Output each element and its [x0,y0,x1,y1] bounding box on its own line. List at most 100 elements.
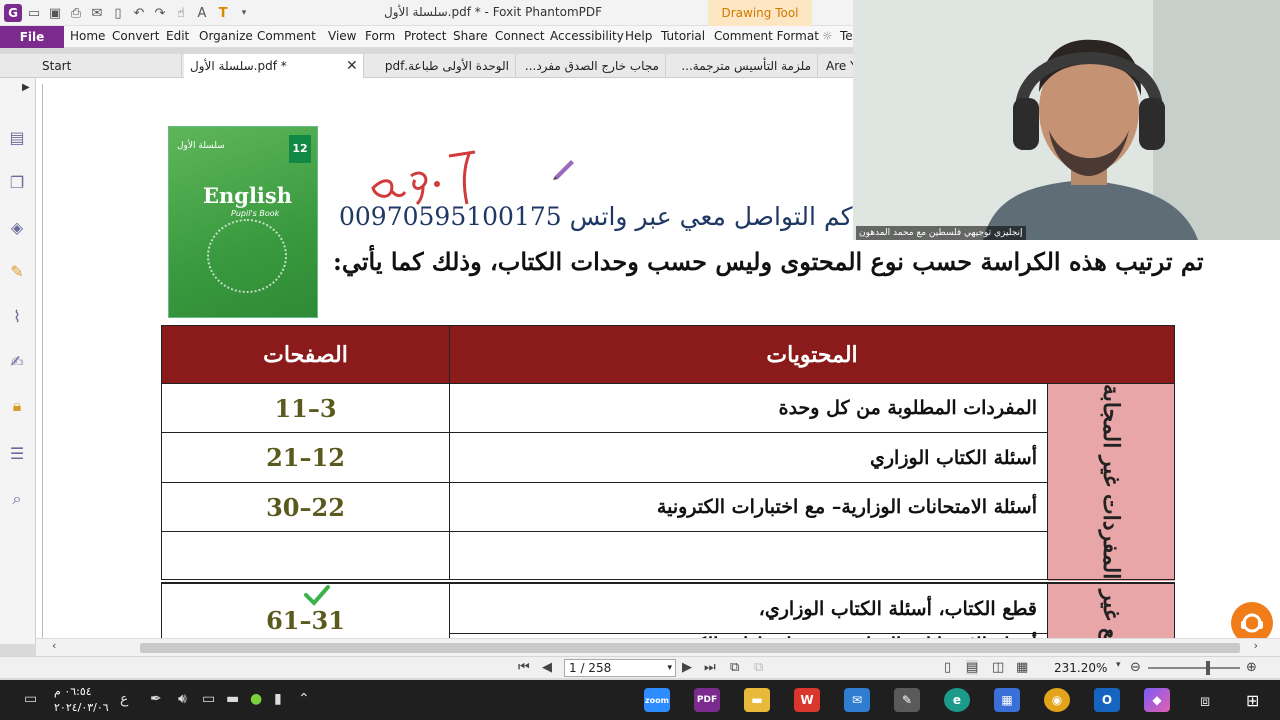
zoom-dropdown-icon[interactable]: ▾ [1116,660,1121,670]
contact-line: كم التواصل معي عبر واتس 00970595100175 [339,202,853,231]
hand-tool-icon[interactable]: ☝ [172,4,190,22]
table-row: 30–22 أسئلة الامتحانات الوزارية– مع اختب… [161,481,1175,533]
print-icon[interactable]: ⎙ [67,4,85,22]
table-row: 11–3 المفردات المطلوبة من كل وحدة المفرد… [161,382,1175,582]
task-view-icon[interactable]: ⧈ [1200,691,1210,711]
file-menu-button[interactable]: File [0,26,64,48]
customize-dropdown-icon[interactable]: ▾ [235,4,253,22]
save-icon[interactable]: ▣ [46,4,64,22]
network-icon[interactable]: ▭ [202,691,215,707]
copilot-icon[interactable]: ◆ [1144,688,1170,712]
previous-page-icon[interactable]: ◀ [542,660,552,675]
continuous-view-icon[interactable]: ▤ [966,660,979,675]
tab-unit1-print[interactable]: الوحدة الأولى طباعة.pdf [366,54,516,78]
mail-app-icon[interactable]: ✉ [844,688,870,712]
text-color-icon[interactable]: A [193,4,211,22]
zoom-out-icon[interactable]: ⊖ [1130,660,1141,675]
file-explorer-icon[interactable]: ▬ [744,688,770,712]
content-icon[interactable]: ☰ [6,442,28,464]
signature-icon[interactable]: ✍ [6,350,28,372]
first-page-icon[interactable]: ⏮ [518,660,530,675]
zoom-app-icon[interactable]: zoom [644,688,670,712]
expand-panel-arrow-icon[interactable]: ▶ [22,82,30,93]
paint-app-icon[interactable]: ✎ [894,688,920,712]
edge-browser-icon[interactable]: e [944,688,970,712]
close-tab-icon[interactable]: ✕ [346,54,358,78]
page-dropdown-icon[interactable]: ▾ [667,660,672,676]
clock-time: ٠٦:٥٤ م [54,685,92,698]
redo-icon[interactable]: ↷ [151,4,169,22]
header-pages: الصفحات [161,325,450,384]
scrollbar-thumb[interactable] [140,643,1240,653]
pen-menu-icon[interactable]: ✒ [150,691,162,707]
microphone-icon[interactable]: ▮ [274,691,282,707]
tell-me-bulb-icon[interactable]: ☼ [822,29,833,43]
next-page-icon[interactable]: ▶ [682,660,692,675]
tab-start[interactable]: Start [36,54,182,78]
show-hidden-icons[interactable]: ⌃ [298,691,310,707]
email-icon[interactable]: ✉ [88,4,106,22]
next-view-icon[interactable]: ⧉ [754,660,763,675]
menu-share[interactable]: Share [453,29,488,43]
zoom-slider-handle[interactable] [1206,661,1210,675]
open-folder-icon[interactable]: ▭ [25,4,43,22]
page-thumbnails-icon[interactable]: ❐ [6,171,28,193]
windows-start-icon[interactable]: ⊞ [1246,691,1259,710]
menu-view[interactable]: View [328,29,356,43]
taskbar-clock[interactable]: ٠٦:٥٤ م ٢٠٢٤/٠٣/٠٦ [54,684,109,716]
zoom-slider[interactable] [1148,667,1240,669]
typewriter-icon[interactable]: T [214,4,232,22]
comments-icon[interactable]: ✎ [6,260,28,282]
row-pages: 30–22 [161,481,450,533]
chrome-browser-icon[interactable]: ◉ [1044,688,1070,712]
menu-accessibility[interactable]: Accessibility [550,29,624,43]
menu-tell-me[interactable]: Te [840,29,853,43]
menu-tutorial[interactable]: Tutorial [661,29,705,43]
table-row-empty [161,531,1175,582]
scroll-left-arrow-icon[interactable]: ‹ [52,639,56,652]
menu-comment[interactable]: Comment [257,29,316,43]
tab-current-document[interactable]: سلسلة الأول.pdf * [184,54,364,78]
wps-office-icon[interactable]: W [794,688,820,712]
bookmarks-icon[interactable]: ▤ [6,126,28,148]
last-page-icon[interactable]: ⏭ [704,660,716,675]
app-tray-icon[interactable]: ● [250,691,262,707]
battery-icon[interactable]: ▬ [226,691,239,707]
menu-organize[interactable]: Organize [199,29,253,43]
security-lock-icon[interactable]: 🔒︎ [6,395,28,417]
menu-form[interactable]: Form [365,29,395,43]
menu-connect[interactable]: Connect [495,29,545,43]
continuous-facing-view-icon[interactable]: ▦ [1016,660,1028,675]
single-page-view-icon[interactable]: ▯ [944,660,951,675]
new-document-icon[interactable]: ▯ [109,4,127,22]
search-icon[interactable]: ⌕ [6,488,28,510]
menu-comment-format[interactable]: Comment Format [714,29,819,43]
cover-subtitle: Pupil's Book [231,209,280,218]
menu-help[interactable]: Help [625,29,652,43]
scroll-right-arrow-icon[interactable]: › [1254,639,1258,652]
input-language[interactable]: ع [120,691,128,707]
previous-view-icon[interactable]: ⧉ [730,660,739,675]
tab-answered-doc[interactable]: مجاب خارج الصدق مفرد... [518,54,666,78]
zoom-in-icon[interactable]: ⊕ [1246,660,1257,675]
volume-icon[interactable]: 🔊︎ [178,691,187,707]
store-app-icon[interactable]: ▦ [994,688,1020,712]
drawing-tool-context-tab[interactable]: Drawing Tool [708,0,812,26]
undo-icon[interactable]: ↶ [130,4,148,22]
menu-edit[interactable]: Edit [166,29,189,43]
page-number-input[interactable]: 1 / 258 ▾ [564,659,676,677]
notifications-icon[interactable]: ▭ [24,691,37,707]
layers-icon[interactable]: ◈ [6,216,28,238]
app-logo-icon[interactable]: G [4,4,22,22]
outlook-app-icon[interactable]: O [1094,688,1120,712]
book-cover-image: سلسلة الأول 12 English Pupil's Book [168,126,318,318]
menu-protect[interactable]: Protect [404,29,446,43]
zoom-level[interactable]: 231.20% [1054,661,1107,675]
menu-home[interactable]: Home [70,29,105,43]
facing-view-icon[interactable]: ◫ [992,660,1004,675]
tab-foundation-booklet[interactable]: ملزمة التأسيس مترجمة... [668,54,818,78]
foxit-pdf-app-icon[interactable]: PDF [694,688,720,712]
menu-convert[interactable]: Convert [112,29,159,43]
horizontal-scrollbar[interactable]: ‹ › [36,638,1280,656]
attachments-icon[interactable]: ⌇ [6,305,28,327]
